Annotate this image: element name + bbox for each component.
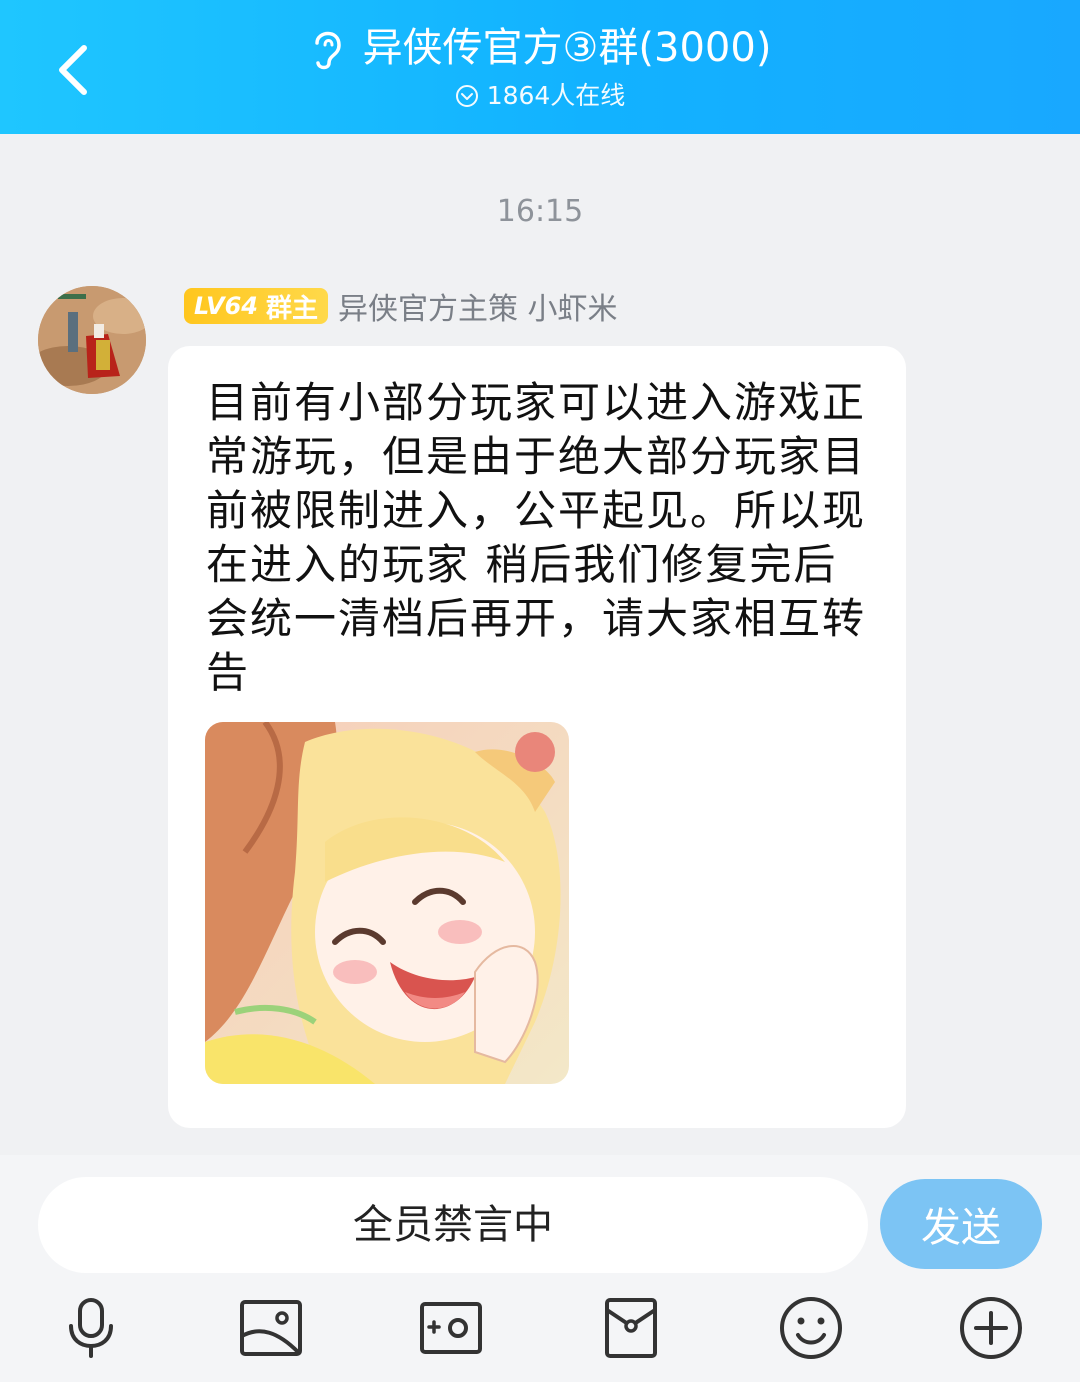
image-icon <box>240 1300 302 1356</box>
anime-sticker-graphic <box>205 722 569 1084</box>
voice-button[interactable] <box>56 1293 126 1363</box>
message-input[interactable]: 全员禁言中 <box>38 1177 868 1273</box>
plus-icon <box>960 1297 1022 1359</box>
camera-icon <box>420 1302 482 1354</box>
member-badge: LV64 群主 <box>184 288 328 324</box>
more-button[interactable] <box>956 1293 1026 1363</box>
message-text: 目前有小部分玩家可以进入游戏正常游玩，但是由于绝大部分玩家目前被限制进入，公平起… <box>206 378 867 697</box>
message-timestamp: 16:15 <box>496 194 584 229</box>
group-title[interactable]: 异侠传官方③群(3000) <box>309 22 772 74</box>
send-button[interactable]: 发送 <box>880 1179 1042 1269</box>
avatar[interactable] <box>38 286 146 394</box>
group-name: 异侠传官方③群(3000) <box>362 25 772 71</box>
image-button[interactable] <box>236 1293 306 1363</box>
level-label: LV64 <box>194 292 258 320</box>
red-packet-button[interactable] <box>596 1293 666 1363</box>
red-packet-icon <box>605 1298 657 1358</box>
input-bar: 全员禁言中 发送 <box>0 1155 1080 1382</box>
online-status[interactable]: 1864人在线 <box>455 81 626 111</box>
camera-button[interactable] <box>416 1293 486 1363</box>
emoji-button[interactable] <box>776 1293 846 1363</box>
role-label: 群主 <box>265 293 318 324</box>
chat-header: 异侠传官方③群(3000) 1864人在线 <box>0 0 1080 134</box>
emoji-icon <box>780 1297 842 1359</box>
message-bubble[interactable]: 目前有小部分玩家可以进入游戏正常游玩，但是由于绝大部分玩家目前被限制进入，公平起… <box>168 346 906 1128</box>
chevron-down-circle-icon <box>455 85 478 107</box>
avatar-image <box>38 286 146 394</box>
microphone-icon <box>69 1298 113 1358</box>
sender-name[interactable]: 异侠官方主策 小虾米 <box>338 284 618 328</box>
sticker-image[interactable] <box>205 722 569 1084</box>
sender-line: LV64 群主 异侠官方主策 小虾米 <box>184 284 618 328</box>
ear-icon <box>314 31 341 70</box>
online-count: 1864人在线 <box>486 81 626 110</box>
